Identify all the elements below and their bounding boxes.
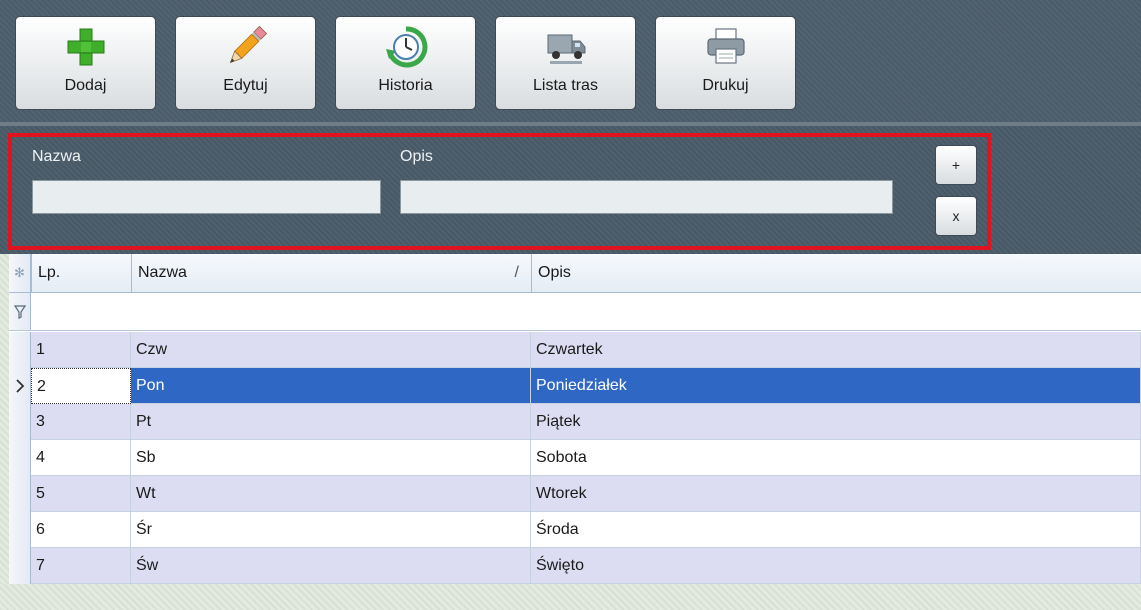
description-filter-input[interactable] xyxy=(400,180,893,214)
column-header-opis[interactable]: Opis xyxy=(531,254,1141,292)
row-selector[interactable] xyxy=(9,404,31,440)
filter-row[interactable] xyxy=(9,293,1141,331)
row-selector[interactable] xyxy=(9,548,31,584)
description-filter-label: Opis xyxy=(400,148,433,165)
print-button-label: Drukuj xyxy=(702,77,749,94)
add-filter-button[interactable]: + xyxy=(935,145,977,185)
cell-opis[interactable]: Wtorek xyxy=(531,476,1141,512)
grid-left-margin xyxy=(0,254,9,584)
row-selector[interactable] xyxy=(9,332,31,368)
cell-lp[interactable]: 3 xyxy=(31,404,131,440)
route-list-button[interactable]: Lista tras xyxy=(495,16,636,110)
table-row[interactable]: 6 Śr Środa xyxy=(31,512,1141,548)
table-row[interactable]: 1 Czw Czwartek xyxy=(31,332,1141,368)
row-selector[interactable] xyxy=(9,476,31,512)
cell-opis[interactable]: Czwartek xyxy=(531,332,1141,368)
column-header-opis-label: Opis xyxy=(538,264,571,281)
cell-lp[interactable]: 5 xyxy=(31,476,131,512)
cell-nazwa[interactable]: Pon xyxy=(131,368,531,404)
cell-opis[interactable]: Poniedziałek xyxy=(531,368,1141,404)
clear-filter-button[interactable]: x xyxy=(935,196,977,236)
column-header-lp-label: Lp. xyxy=(38,264,61,281)
row-selector[interactable] xyxy=(9,512,31,548)
sort-indicator-icon: / xyxy=(514,264,519,281)
table-row[interactable]: 4 Sb Sobota xyxy=(31,440,1141,476)
grid-header: ✻ Lp. Nazwa / Opis xyxy=(9,254,1141,293)
cell-lp[interactable]: 7 xyxy=(31,548,131,584)
table-row[interactable]: 5 Wt Wtorek xyxy=(31,476,1141,512)
filter-funnel-icon xyxy=(9,293,31,330)
table-row[interactable]: 3 Pt Piątek xyxy=(31,404,1141,440)
cell-nazwa[interactable]: Czw xyxy=(131,332,531,368)
edit-button-label: Edytuj xyxy=(223,77,268,94)
cell-nazwa[interactable]: Wt xyxy=(131,476,531,512)
cell-nazwa[interactable]: Sb xyxy=(131,440,531,476)
column-header-lp[interactable]: Lp. xyxy=(31,254,131,292)
data-grid: ✻ Lp. Nazwa / Opis 1 Czw Czwartek 2 Pon Ponie… xyxy=(9,254,1141,584)
grid-bottom-area xyxy=(0,584,1141,610)
cell-lp[interactable]: 4 xyxy=(31,440,131,476)
cell-nazwa[interactable]: Św xyxy=(131,548,531,584)
add-button-label: Dodaj xyxy=(64,77,107,94)
plus-icon xyxy=(67,28,104,66)
row-selector[interactable] xyxy=(9,440,31,476)
cell-opis[interactable]: Środa xyxy=(531,512,1141,548)
cell-lp[interactable]: 2 xyxy=(31,368,131,404)
print-button[interactable]: Drukuj xyxy=(655,16,796,110)
cell-lp[interactable]: 6 xyxy=(31,512,131,548)
name-filter-label: Nazwa xyxy=(32,148,81,165)
history-button-label: Historia xyxy=(378,77,433,94)
table-row[interactable]: 2 Pon Poniedziałek xyxy=(31,368,1141,404)
new-row-star-icon[interactable]: ✻ xyxy=(9,254,31,292)
cell-nazwa[interactable]: Śr xyxy=(131,512,531,548)
edit-button[interactable]: Edytuj xyxy=(175,16,316,110)
pencil-icon xyxy=(229,25,267,64)
column-header-nazwa-label: Nazwa xyxy=(138,264,187,281)
add-button[interactable]: Dodaj xyxy=(15,16,156,110)
printer-icon xyxy=(706,28,745,64)
table-row[interactable]: 7 Św Święto xyxy=(31,548,1141,584)
row-selector-arrow-icon[interactable] xyxy=(9,368,31,404)
history-clock-icon xyxy=(385,26,427,68)
cell-lp[interactable]: 1 xyxy=(31,332,131,368)
route-list-button-label: Lista tras xyxy=(533,77,598,94)
truck-icon xyxy=(547,34,585,64)
history-button[interactable]: Historia xyxy=(335,16,476,110)
cell-opis[interactable]: Sobota xyxy=(531,440,1141,476)
toolbar: Dodaj Edytuj Historia Lista tras Drukuj xyxy=(0,0,1141,126)
column-header-nazwa[interactable]: Nazwa / xyxy=(131,254,531,292)
cell-opis[interactable]: Piątek xyxy=(531,404,1141,440)
cell-opis[interactable]: Święto xyxy=(531,548,1141,584)
name-filter-input[interactable] xyxy=(32,180,381,214)
cell-nazwa[interactable]: Pt xyxy=(131,404,531,440)
